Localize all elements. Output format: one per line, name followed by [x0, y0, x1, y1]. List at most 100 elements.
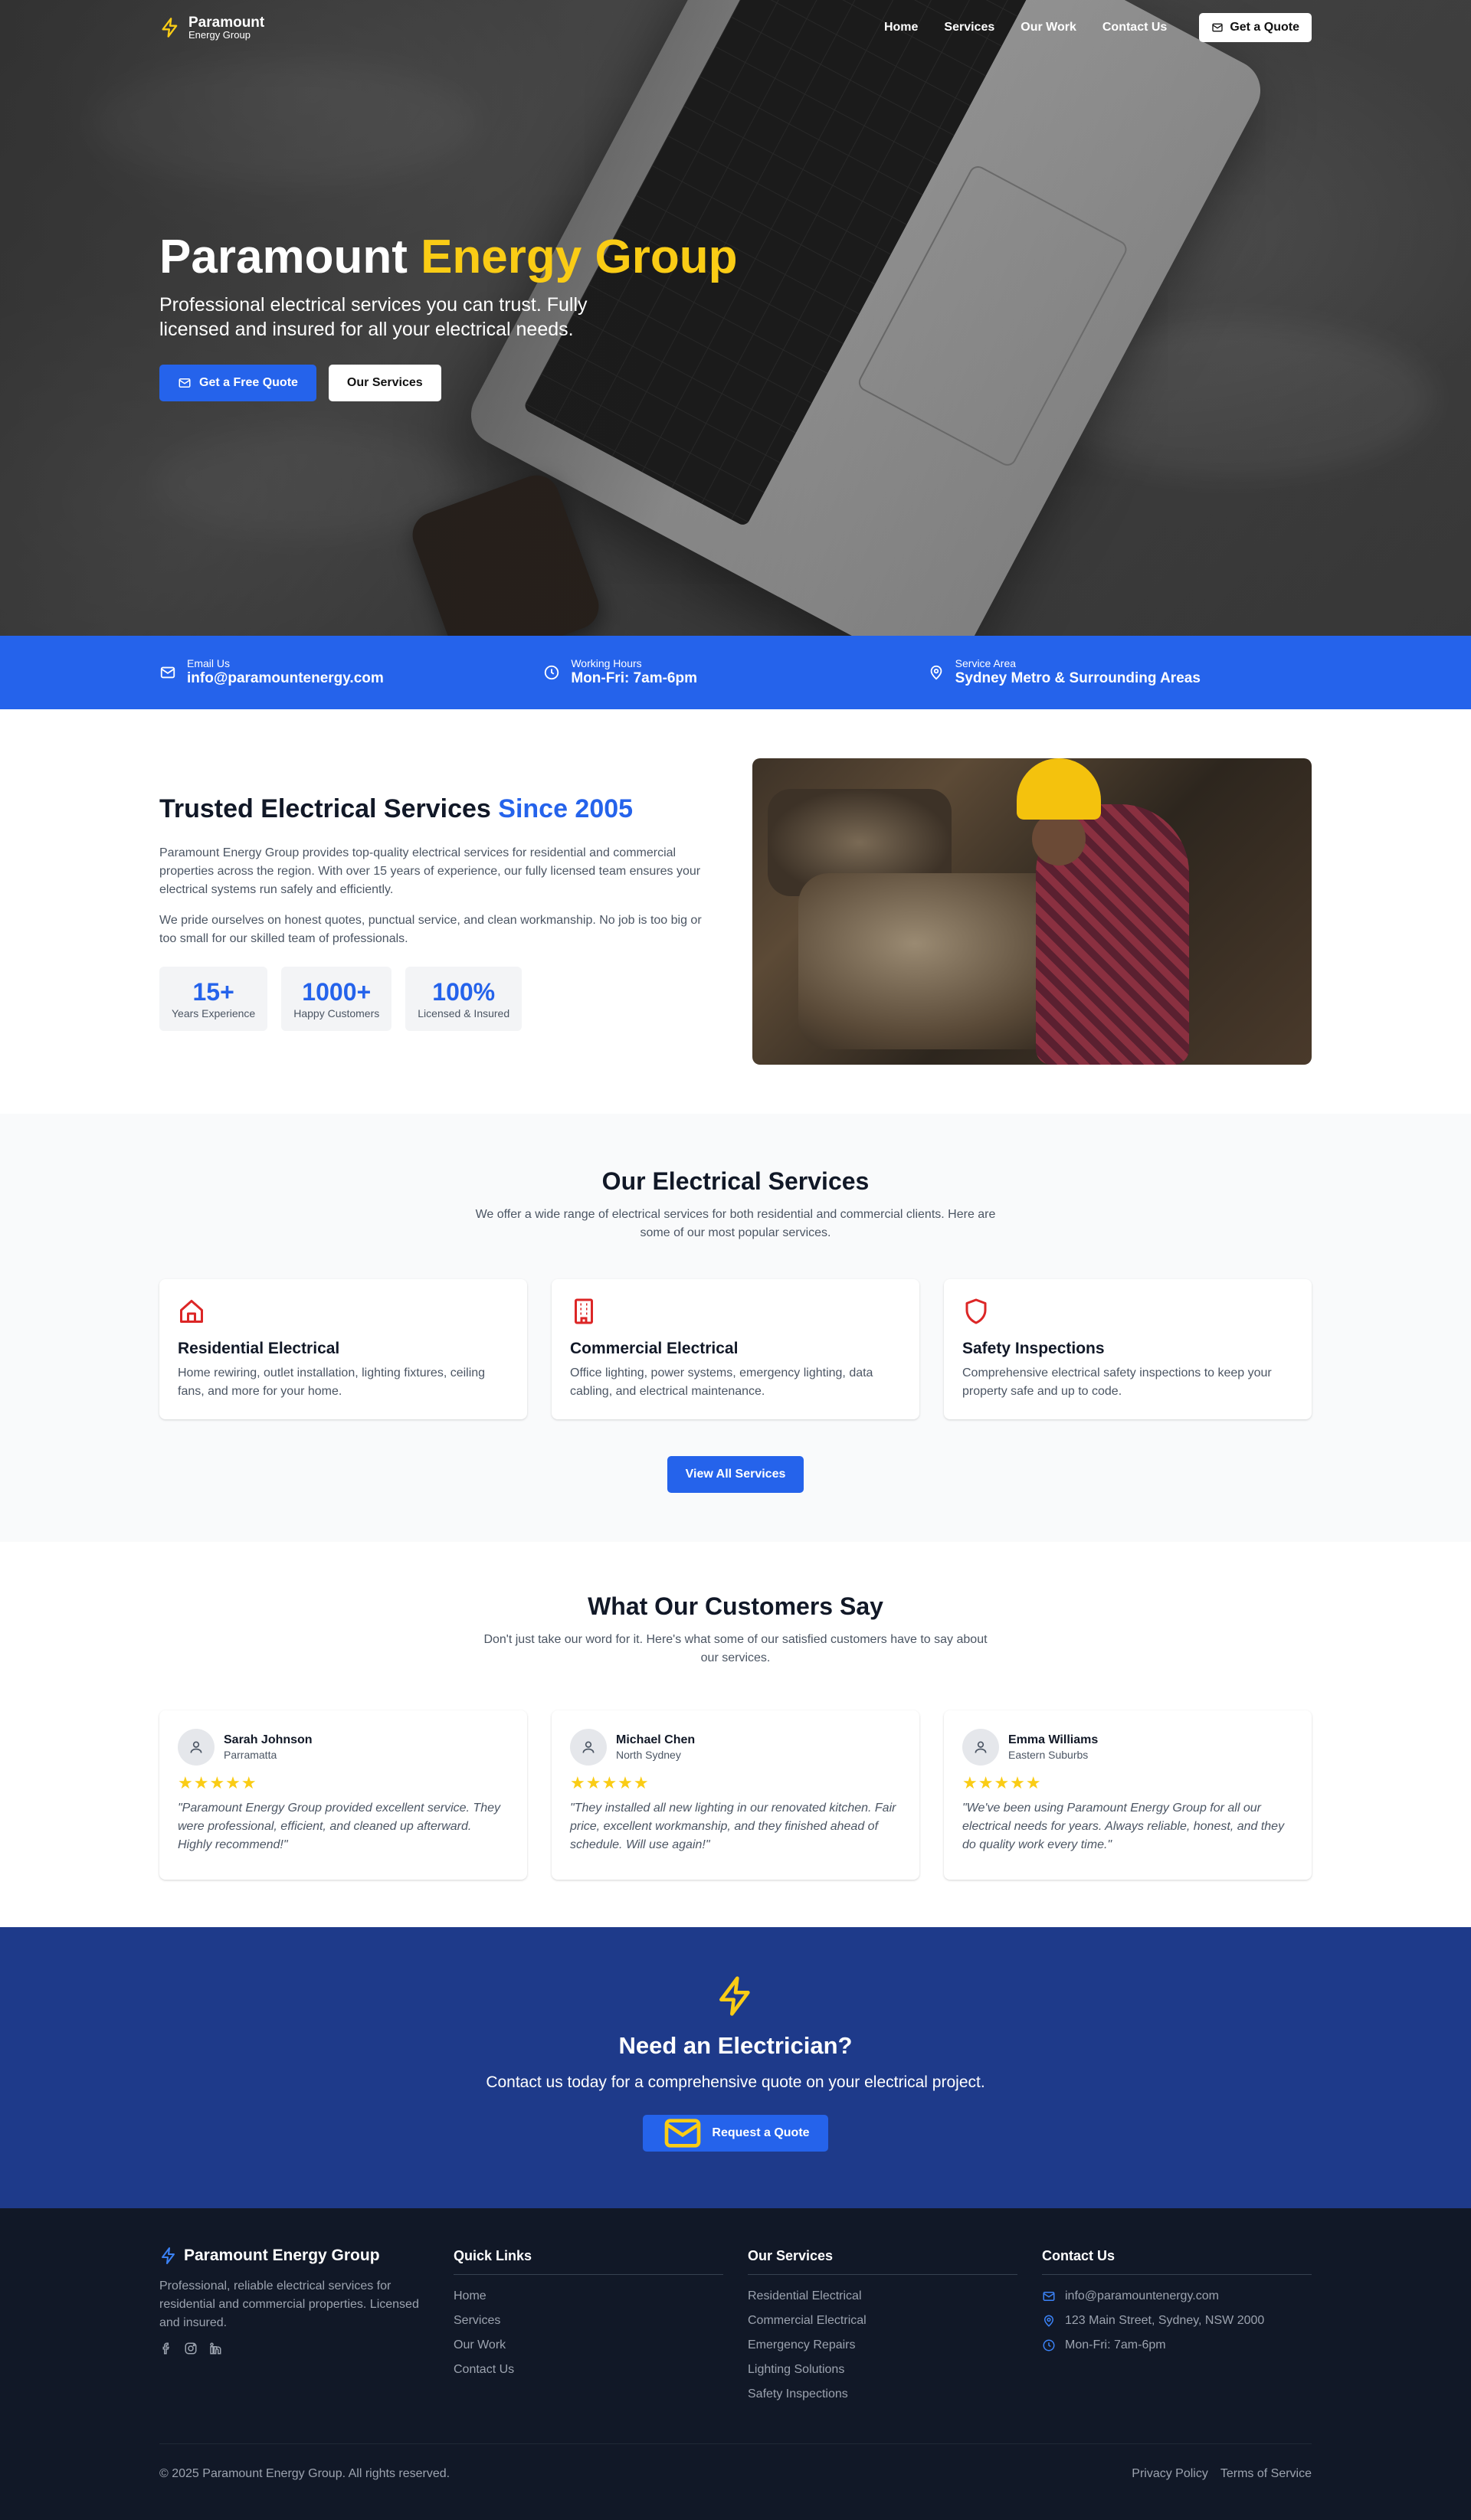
free-quote-button[interactable]: Get a Free Quote: [159, 365, 316, 401]
nav-contact-us[interactable]: Contact Us: [1102, 21, 1167, 34]
home-icon: [180, 1300, 203, 1323]
service-desc: Comprehensive electrical safety inspecti…: [962, 1366, 1272, 1398]
footer: Paramount Energy Group Professional, rel…: [0, 2208, 1471, 2520]
mail-icon: [665, 2119, 701, 2148]
info-area: Service Area Sydney Metro & Surrounding A…: [928, 657, 1312, 688]
footer-link-our-work[interactable]: Our Work: [454, 2333, 723, 2358]
clock-icon: [1043, 2339, 1055, 2351]
about-title-main: Trusted Electrical Services: [159, 794, 491, 823]
footer-description: Professional, reliable electrical servic…: [159, 2279, 419, 2329]
building-icon: [575, 1298, 593, 1324]
footer-link-services[interactable]: Services: [454, 2309, 723, 2333]
info-hours: Working Hours Mon-Fri: 7am-6pm: [543, 657, 927, 688]
hero-title-accent: Energy Group: [421, 231, 738, 283]
avatar: [570, 1729, 607, 1766]
service-title: Commercial Electrical: [570, 1340, 739, 1357]
testimonial-card: Michael Chen North Sydney ★★★★★ "They ins…: [552, 1710, 919, 1880]
map-pin-icon: [930, 665, 942, 680]
lightning-icon: [162, 2247, 175, 2264]
stat-years: 15+ Years Experience: [159, 967, 268, 1031]
service-desc: Home rewiring, outlet installation, ligh…: [178, 1366, 486, 1398]
testimonial-card: Emma Williams Eastern Suburbs ★★★★★ "We'v…: [944, 1710, 1312, 1880]
stat-value: 15+: [192, 978, 234, 1006]
cta-section: Need an Electrician? Contact us today fo…: [0, 1927, 1471, 2208]
footer-service-link[interactable]: Emergency Repairs: [748, 2333, 1017, 2358]
testimonial-quote: "Paramount Energy Group provided excelle…: [178, 1802, 500, 1851]
request-quote-button[interactable]: Request a Quote: [643, 2115, 828, 2152]
copyright: © 2025 Paramount Energy Group. All right…: [159, 2467, 450, 2480]
info-value: Sydney Metro & Surrounding Areas: [955, 670, 1201, 686]
customer-name: Emma Williams: [1008, 1733, 1099, 1746]
mail-icon: [1212, 23, 1223, 32]
service-card-residential[interactable]: Residential Electrical Home rewiring, ou…: [159, 1279, 527, 1419]
nav-services[interactable]: Services: [944, 21, 994, 34]
info-label: Working Hours: [571, 657, 642, 669]
linkedin-icon[interactable]: [208, 2342, 222, 2355]
stat-customers: 1000+ Happy Customers: [281, 967, 392, 1031]
customer-name: Michael Chen: [616, 1733, 696, 1746]
footer-brand[interactable]: Paramount Energy Group: [159, 2247, 429, 2265]
hero-section: Paramount Energy Group Home Services Our…: [0, 0, 1471, 636]
request-quote-label: Request a Quote: [712, 2126, 810, 2139]
stat-value: 100%: [432, 978, 496, 1006]
contact-info-bar: Email Us info@paramountenergy.com Working…: [0, 636, 1471, 709]
electrician-photo: [752, 758, 1312, 1065]
user-icon: [975, 1741, 987, 1753]
stat-label: Licensed & Insured: [418, 1007, 510, 1019]
footer-email[interactable]: info@paramountenergy.com: [1042, 2284, 1312, 2309]
brand-tagline: Energy Group: [188, 28, 251, 41]
service-title: Residential Electrical: [178, 1340, 340, 1357]
free-quote-label: Get a Free Quote: [199, 376, 298, 389]
footer-email-text: info@paramountenergy.com: [1065, 2289, 1219, 2302]
brand-logo[interactable]: Paramount Energy Group: [159, 15, 264, 41]
nav-home[interactable]: Home: [884, 21, 918, 34]
star-rating: ★★★★★: [178, 1773, 257, 1792]
testimonials-subtitle: Don't just take our word for it. Here's …: [483, 1633, 988, 1664]
footer-brand-name: Paramount Energy Group: [184, 2247, 380, 2264]
nav-our-work[interactable]: Our Work: [1021, 21, 1076, 34]
about-section: Trusted Electrical Services Since 2005 P…: [0, 709, 1471, 1114]
cta-title: Need an Electrician?: [618, 2032, 853, 2059]
footer-service-link[interactable]: Lighting Solutions: [748, 2358, 1017, 2382]
footer-service-link[interactable]: Safety Inspections: [748, 2382, 1017, 2407]
info-email: Email Us info@paramountenergy.com: [159, 657, 543, 688]
privacy-policy-link[interactable]: Privacy Policy: [1132, 2467, 1208, 2481]
user-icon: [582, 1741, 595, 1753]
facebook-icon[interactable]: [159, 2342, 173, 2355]
lightning-icon: [719, 1976, 750, 2016]
testimonials-section: What Our Customers Say Don't just take o…: [0, 1542, 1471, 1927]
footer-hours: Mon-Fri: 7am-6pm: [1042, 2333, 1312, 2358]
quick-links-title: Quick Links: [454, 2247, 723, 2275]
services-subtitle: We offer a wide range of electrical serv…: [475, 1208, 996, 1239]
testimonial-card: Sarah Johnson Parramatta ★★★★★ "Paramount…: [159, 1710, 527, 1880]
footer-link-contact[interactable]: Contact Us: [454, 2358, 723, 2382]
footer-service-link[interactable]: Commercial Electrical: [748, 2309, 1017, 2333]
testimonial-quote: "We've been using Paramount Energy Group…: [962, 1802, 1285, 1851]
stat-value: 1000+: [302, 978, 372, 1006]
about-paragraph-2: We pride ourselves on honest quotes, pun…: [159, 914, 702, 945]
services-title: Our Electrical Services: [601, 1167, 870, 1195]
about-title-accent: Since 2005: [498, 794, 634, 823]
about-paragraph-1: Paramount Energy Group provides top-qual…: [159, 846, 701, 896]
info-value[interactable]: info@paramountenergy.com: [187, 669, 384, 688]
customer-name: Sarah Johnson: [224, 1733, 313, 1746]
our-services-button[interactable]: Our Services: [328, 365, 441, 401]
hero-subtitle: Professional electrical services you can…: [159, 294, 588, 340]
service-card-safety[interactable]: Safety Inspections Comprehensive electri…: [944, 1279, 1312, 1419]
footer-address-text: 123 Main Street, Sydney, NSW 2000: [1065, 2314, 1265, 2327]
view-all-services-button[interactable]: View All Services: [667, 1456, 804, 1493]
footer-contact-title: Contact Us: [1042, 2247, 1312, 2275]
footer-service-link[interactable]: Residential Electrical: [748, 2284, 1017, 2309]
service-card-commercial[interactable]: Commercial Electrical Office lighting, p…: [552, 1279, 919, 1419]
instagram-icon[interactable]: [184, 2342, 198, 2355]
map-pin-icon: [1043, 2315, 1054, 2327]
customer-location: Parramatta: [224, 1749, 277, 1761]
get-quote-button[interactable]: Get a Quote: [1199, 13, 1312, 42]
customer-location: Eastern Suburbs: [1008, 1749, 1089, 1761]
footer-link-home[interactable]: Home: [454, 2284, 723, 2309]
terms-of-service-link[interactable]: Terms of Service: [1220, 2467, 1312, 2481]
info-label: Email Us: [187, 657, 231, 669]
shield-icon: [965, 1298, 987, 1324]
mail-icon: [179, 378, 191, 388]
service-title: Safety Inspections: [962, 1340, 1105, 1357]
